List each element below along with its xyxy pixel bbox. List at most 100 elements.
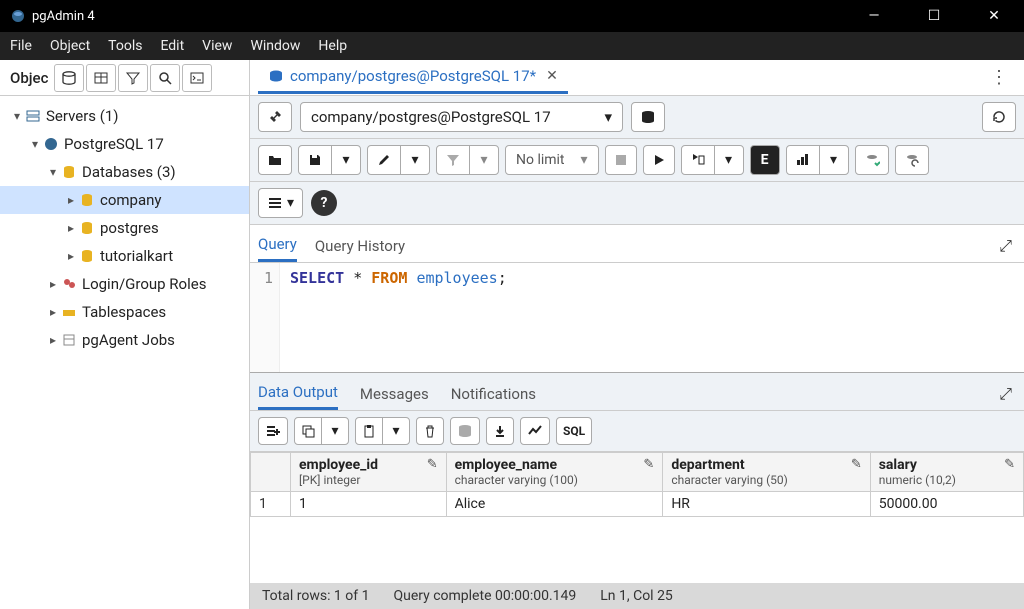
tree-db-company[interactable]: ▸ company bbox=[0, 186, 249, 214]
tree-databases[interactable]: ▾ Databases (3) bbox=[0, 158, 249, 186]
paste-dropdown-button[interactable]: ▾ bbox=[382, 417, 410, 445]
copy-dropdown-button[interactable]: ▾ bbox=[321, 417, 349, 445]
execute-button[interactable] bbox=[643, 145, 675, 175]
col-header-department[interactable]: department character varying (50) ✎ bbox=[663, 453, 870, 492]
tab-query[interactable]: Query bbox=[258, 229, 297, 262]
edit-icon[interactable]: ✎ bbox=[1004, 457, 1015, 472]
menu-object[interactable]: Object bbox=[50, 38, 90, 54]
sql-editor[interactable]: 1 SELECT * FROM employees; bbox=[250, 263, 1024, 373]
graph-button[interactable] bbox=[520, 417, 550, 445]
filter-button[interactable] bbox=[436, 145, 470, 175]
explain-dropdown-button[interactable]: ▾ bbox=[819, 145, 849, 175]
close-tab-icon[interactable]: ✕ bbox=[546, 68, 558, 84]
cell-salary[interactable]: 50000.00 bbox=[870, 492, 1023, 517]
caret-right-icon: ▸ bbox=[46, 277, 60, 291]
new-connection-button[interactable] bbox=[631, 102, 665, 132]
token-select: SELECT bbox=[290, 269, 344, 287]
menu-edit[interactable]: Edit bbox=[160, 38, 184, 54]
tree-servers[interactable]: ▾ Servers (1) bbox=[0, 102, 249, 130]
col-header-salary[interactable]: salary numeric (10,2) ✎ bbox=[870, 453, 1023, 492]
cell-department[interactable]: HR bbox=[663, 492, 870, 517]
tree-db-postgres[interactable]: ▸ postgres bbox=[0, 214, 249, 242]
tree-server-pg17[interactable]: ▾ PostgreSQL 17 bbox=[0, 130, 249, 158]
tablespace-icon bbox=[60, 304, 78, 320]
header-row: employee_id [PK] integer ✎ employee_name bbox=[251, 453, 1024, 492]
edit-button[interactable] bbox=[367, 145, 401, 175]
open-file-button[interactable] bbox=[258, 145, 292, 175]
table-row[interactable]: 1 1 Alice HR 50000.00 bbox=[251, 492, 1024, 517]
minimize-button[interactable]: — bbox=[854, 8, 894, 24]
col-meta: character varying (100) bbox=[455, 473, 578, 487]
maximize-button[interactable]: ☐ bbox=[914, 8, 954, 24]
reset-layout-button[interactable] bbox=[982, 102, 1016, 132]
token-star: * bbox=[353, 269, 362, 287]
menu-help[interactable]: Help bbox=[318, 38, 347, 54]
sidebar-terminal-icon[interactable] bbox=[182, 64, 212, 92]
tab-data-output[interactable]: Data Output bbox=[258, 377, 338, 410]
file-tab-active[interactable]: company/postgres@PostgreSQL 17* ✕ bbox=[258, 61, 568, 94]
paste-button[interactable] bbox=[355, 417, 383, 445]
editor-code[interactable]: SELECT * FROM employees; bbox=[280, 263, 517, 372]
database-icon bbox=[78, 220, 96, 236]
cell-employee-id[interactable]: 1 bbox=[291, 492, 447, 517]
edit-icon[interactable]: ✎ bbox=[427, 457, 438, 472]
chevron-down-icon: ▾ bbox=[581, 152, 588, 168]
help-button[interactable]: ? bbox=[311, 190, 337, 216]
explain-button[interactable]: E bbox=[750, 145, 780, 175]
status-query-complete: Query complete 00:00:00.149 bbox=[393, 588, 576, 604]
rollback-button[interactable] bbox=[895, 145, 929, 175]
menu-file[interactable]: File bbox=[10, 38, 32, 54]
download-button[interactable] bbox=[486, 417, 514, 445]
limit-select[interactable]: No limit ▾ bbox=[505, 145, 599, 175]
tree-db-tutorialkart[interactable]: ▸ tutorialkart bbox=[0, 242, 249, 270]
copy-button[interactable] bbox=[294, 417, 322, 445]
macros-button[interactable]: ▾ bbox=[258, 188, 303, 218]
tree-label: Login/Group Roles bbox=[82, 275, 206, 293]
menu-view[interactable]: View bbox=[202, 38, 232, 54]
filter-dropdown-button[interactable]: ▾ bbox=[469, 145, 499, 175]
save-dropdown-button[interactable]: ▾ bbox=[331, 145, 361, 175]
sidebar-db-icon[interactable] bbox=[54, 64, 84, 92]
connection-status-button[interactable] bbox=[258, 102, 292, 132]
save-data-button[interactable] bbox=[450, 417, 480, 445]
content-pane: company/postgres@PostgreSQL 17* ✕ ⋮ comp… bbox=[250, 60, 1024, 609]
save-button[interactable] bbox=[298, 145, 332, 175]
add-row-button[interactable] bbox=[258, 417, 288, 445]
tree-pgagent[interactable]: ▸ pgAgent Jobs bbox=[0, 326, 249, 354]
col-name: employee_id bbox=[299, 457, 378, 473]
tree-label: pgAgent Jobs bbox=[82, 331, 175, 349]
tree-tablespaces[interactable]: ▸ Tablespaces bbox=[0, 298, 249, 326]
execute-dropdown-button[interactable]: ▾ bbox=[714, 145, 744, 175]
execute-script-button[interactable] bbox=[681, 145, 715, 175]
sidebar-search-icon[interactable] bbox=[150, 64, 180, 92]
col-name: employee_name bbox=[455, 457, 578, 473]
delete-row-button[interactable] bbox=[416, 417, 444, 445]
menu-window[interactable]: Window bbox=[250, 38, 300, 54]
connection-select[interactable]: company/postgres@PostgreSQL 17 ▾ bbox=[300, 102, 623, 132]
kebab-menu-icon[interactable]: ⋮ bbox=[982, 67, 1016, 88]
stop-button[interactable] bbox=[605, 145, 637, 175]
cell-employee-name[interactable]: Alice bbox=[446, 492, 663, 517]
connection-bar: company/postgres@PostgreSQL 17 ▾ bbox=[250, 96, 1024, 139]
explain-analyze-button[interactable] bbox=[786, 145, 820, 175]
col-header-employee-name[interactable]: employee_name character varying (100) ✎ bbox=[446, 453, 663, 492]
col-header-employee-id[interactable]: employee_id [PK] integer ✎ bbox=[291, 453, 447, 492]
edit-icon[interactable]: ✎ bbox=[851, 457, 862, 472]
edit-dropdown-button[interactable]: ▾ bbox=[400, 145, 430, 175]
close-button[interactable]: ✕ bbox=[974, 8, 1014, 24]
tab-messages[interactable]: Messages bbox=[360, 379, 429, 409]
menu-tools[interactable]: Tools bbox=[108, 38, 142, 54]
row-num-header bbox=[251, 453, 291, 492]
edit-icon[interactable]: ✎ bbox=[643, 457, 654, 472]
toolbar-main: ▾ ▾ ▾ No limit ▾ ▾ E ▾ bbox=[250, 139, 1024, 182]
sidebar-table-icon[interactable] bbox=[86, 64, 116, 92]
tab-query-history[interactable]: Query History bbox=[315, 231, 405, 261]
expand-output-icon[interactable]: ⤢ bbox=[999, 384, 1016, 404]
expand-editor-icon[interactable]: ⤢ bbox=[999, 236, 1016, 256]
commit-button[interactable] bbox=[855, 145, 889, 175]
tab-notifications[interactable]: Notifications bbox=[451, 379, 536, 409]
sidebar-filter-icon[interactable] bbox=[118, 64, 148, 92]
sql-button[interactable]: SQL bbox=[556, 417, 592, 445]
tree-login-roles[interactable]: ▸ Login/Group Roles bbox=[0, 270, 249, 298]
servers-icon bbox=[24, 108, 42, 124]
